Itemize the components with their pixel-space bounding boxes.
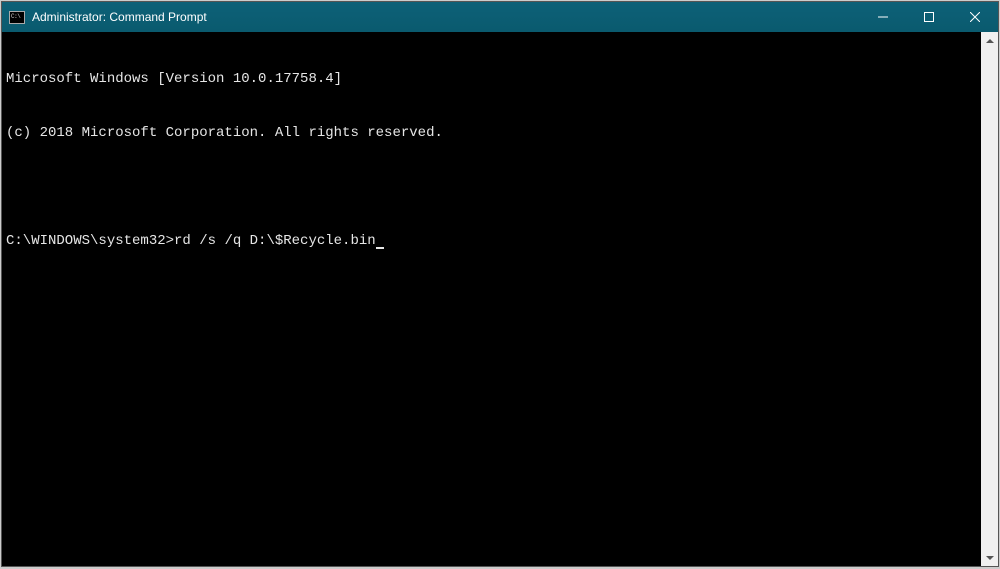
window-title: Administrator: Command Prompt — [32, 10, 860, 24]
minimize-icon — [878, 12, 888, 22]
titlebar[interactable]: Administrator: Command Prompt — [2, 2, 998, 32]
cursor — [376, 247, 384, 249]
maximize-button[interactable] — [906, 2, 952, 32]
chevron-up-icon — [986, 38, 994, 44]
scroll-up-button[interactable] — [981, 32, 998, 49]
typed-command: rd /s /q D:\$Recycle.bin — [174, 233, 376, 249]
prompt-text: C:\WINDOWS\system32> — [6, 233, 174, 249]
chevron-down-icon — [986, 555, 994, 561]
copyright-line: (c) 2018 Microsoft Corporation. All righ… — [6, 124, 977, 142]
minimize-button[interactable] — [860, 2, 906, 32]
vertical-scrollbar[interactable] — [981, 32, 998, 566]
maximize-icon — [924, 12, 934, 22]
command-line: C:\WINDOWS\system32>rd /s /q D:\$Recycle… — [6, 232, 977, 250]
command-prompt-window: Administrator: Command Prompt Microsoft — [1, 1, 999, 567]
scroll-down-button[interactable] — [981, 549, 998, 566]
version-line: Microsoft Windows [Version 10.0.17758.4] — [6, 70, 977, 88]
terminal-output[interactable]: Microsoft Windows [Version 10.0.17758.4]… — [2, 32, 981, 566]
window-controls — [860, 2, 998, 32]
app-icon[interactable] — [9, 10, 25, 24]
blank-line — [6, 178, 977, 196]
close-button[interactable] — [952, 2, 998, 32]
close-icon — [970, 12, 980, 22]
scroll-track[interactable] — [981, 49, 998, 549]
cmd-icon — [9, 11, 25, 24]
